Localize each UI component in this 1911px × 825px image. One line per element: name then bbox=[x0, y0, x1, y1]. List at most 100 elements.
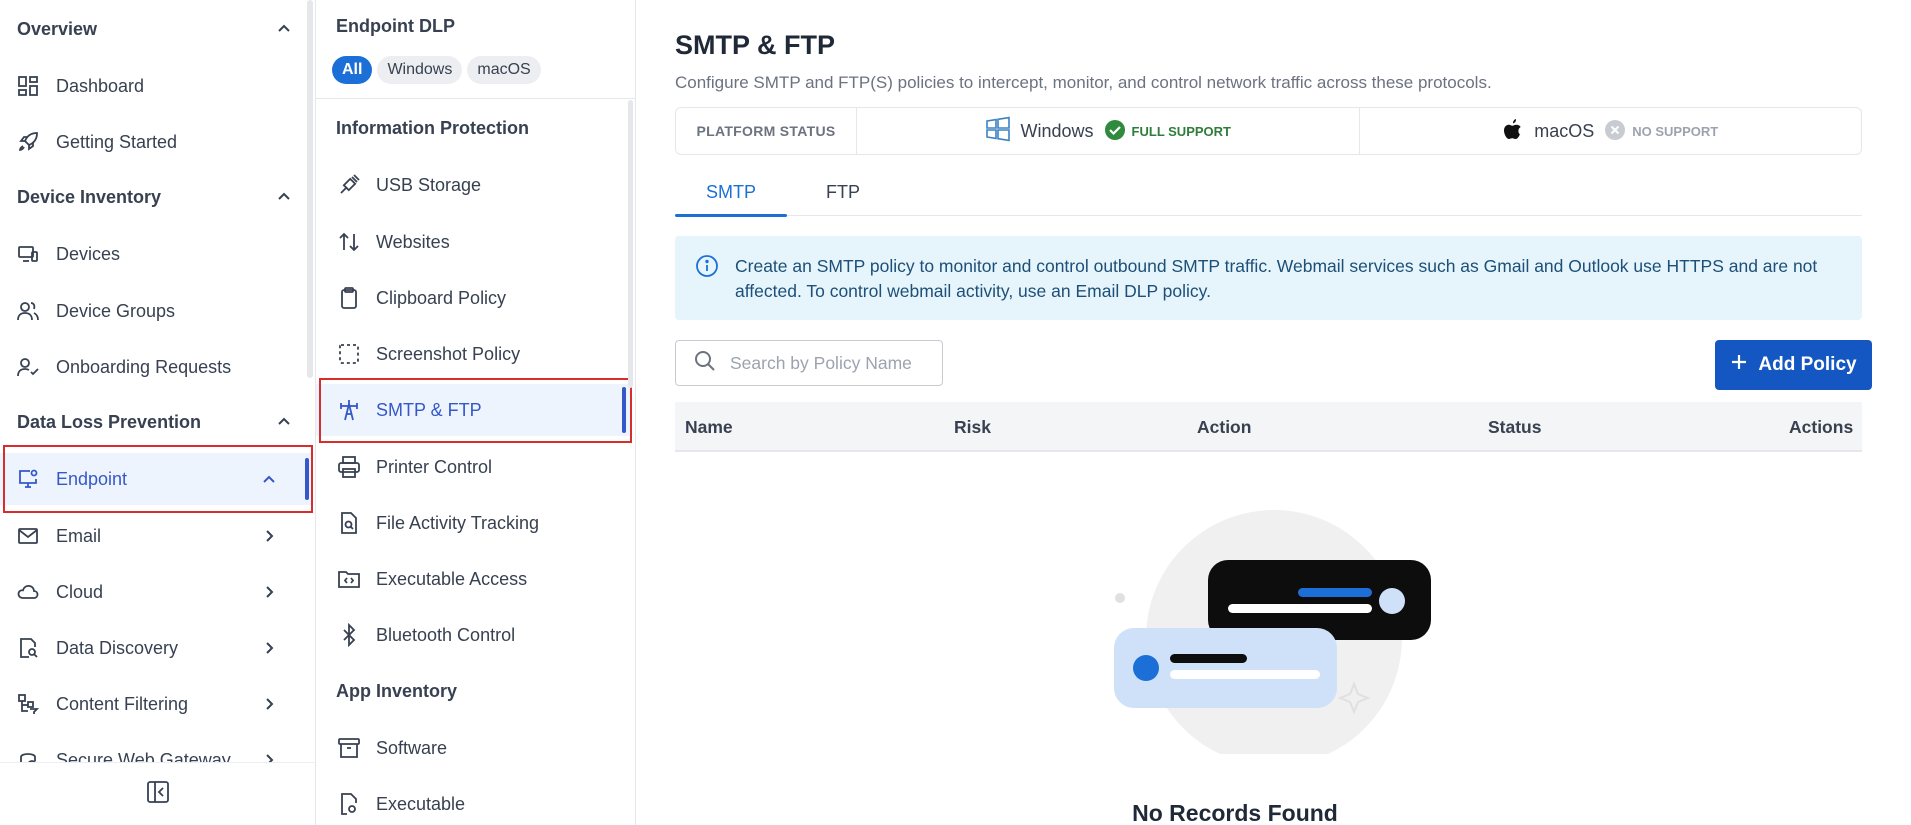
cloud-icon bbox=[17, 581, 39, 603]
endpoint-dlp-subnav: Endpoint DLP All Windows macOS Informati… bbox=[316, 0, 636, 825]
sidebar-scrollbar[interactable] bbox=[307, 0, 313, 378]
column-action[interactable]: Action bbox=[1197, 417, 1251, 438]
search-icon bbox=[694, 350, 716, 377]
chevron-up-icon bbox=[277, 412, 291, 433]
full-support-badge: FULL SUPPORT bbox=[1104, 119, 1231, 144]
policy-search[interactable] bbox=[675, 340, 943, 386]
collapse-sidebar-button[interactable] bbox=[145, 780, 171, 809]
sidebar-item-label: Devices bbox=[56, 243, 121, 264]
subnav-item-usb-storage[interactable]: USB Storage bbox=[316, 159, 632, 211]
sidebar-item-label: Cloud bbox=[56, 581, 104, 602]
no-support-badge: NO SUPPORT bbox=[1604, 119, 1718, 144]
subnav-title: Endpoint DLP bbox=[336, 16, 455, 36]
section-title: Overview bbox=[17, 18, 98, 39]
sidebar-item-onboarding-requests[interactable]: Onboarding Requests bbox=[0, 341, 313, 393]
sidebar-item-email[interactable]: Email bbox=[0, 510, 313, 562]
subnav-item-screenshot-policy[interactable]: Screenshot Policy bbox=[316, 328, 632, 380]
page-title: SMTP & FTP bbox=[675, 30, 836, 60]
column-status[interactable]: Status bbox=[1488, 417, 1541, 438]
sidebar-item-label: Content Filtering bbox=[56, 693, 189, 714]
subnav-item-label: Software bbox=[376, 737, 448, 758]
sidebar-item-data-discovery[interactable]: Data Discovery bbox=[0, 622, 313, 674]
chevron-right-icon bbox=[262, 641, 276, 655]
subnav-item-executable-access[interactable]: Executable Access bbox=[316, 553, 632, 605]
sidebar-item-device-groups[interactable]: Device Groups bbox=[0, 285, 313, 337]
sidebar-item-label: Device Groups bbox=[56, 300, 176, 321]
chevron-right-icon bbox=[262, 585, 276, 599]
chip-all[interactable]: All bbox=[332, 56, 373, 84]
subnav-item-label: Bluetooth Control bbox=[376, 624, 516, 645]
sidebar-item-cloud[interactable]: Cloud bbox=[0, 566, 313, 618]
subnav-item-bluetooth-control[interactable]: Bluetooth Control bbox=[316, 609, 632, 661]
chip-windows[interactable]: Windows bbox=[377, 56, 463, 84]
column-name[interactable]: Name bbox=[685, 417, 733, 438]
support-status: NO SUPPORT bbox=[1632, 123, 1719, 139]
subnav-divider bbox=[316, 98, 635, 99]
devices-icon bbox=[17, 243, 39, 265]
sidebar-item-devices[interactable]: Devices bbox=[0, 228, 313, 280]
platform-windows: Windows FULL SUPPORT bbox=[857, 108, 1359, 154]
subnav-item-label: Clipboard Policy bbox=[376, 287, 507, 308]
platform-status-bar: PLATFORM STATUS Windows FULL SUPPORT mac… bbox=[675, 107, 1862, 155]
chip-macos[interactable]: macOS bbox=[467, 56, 541, 84]
primary-sidebar: Overview Dashboard Getting Started Devic… bbox=[0, 0, 316, 825]
file-search-icon bbox=[337, 511, 361, 535]
collapse-sidebar-icon bbox=[146, 780, 170, 809]
check-circle-icon bbox=[1104, 119, 1126, 144]
apple-icon bbox=[1502, 117, 1524, 146]
archive-icon bbox=[337, 736, 361, 760]
subnav-item-label: Websites bbox=[376, 231, 450, 252]
column-risk[interactable]: Risk bbox=[954, 417, 991, 438]
page-description: Configure SMTP and FTP(S) policies to in… bbox=[675, 73, 1492, 92]
subnav-item-executable[interactable]: Executable bbox=[316, 778, 632, 825]
support-status: FULL SUPPORT bbox=[1131, 123, 1231, 139]
add-policy-button[interactable]: Add Policy bbox=[1715, 340, 1872, 390]
sidebar-scroll-area[interactable]: Overview Dashboard Getting Started Devic… bbox=[0, 0, 315, 762]
subnav-item-clipboard-policy[interactable]: Clipboard Policy bbox=[316, 272, 632, 324]
monitor-gear-icon bbox=[17, 468, 39, 490]
sidebar-item-getting-started[interactable]: Getting Started bbox=[0, 116, 313, 168]
users-icon bbox=[17, 300, 39, 322]
subnav-item-label: Executable Access bbox=[376, 568, 528, 589]
tab-ftp[interactable]: FTP bbox=[787, 168, 899, 216]
protocol-tabs: SMTP FTP bbox=[675, 168, 1862, 217]
group-app-inventory: App Inventory bbox=[336, 681, 458, 701]
group-information-protection: Information Protection bbox=[336, 118, 529, 138]
dashboard-icon bbox=[17, 75, 39, 97]
platform-filter-chips: All Windows macOS bbox=[332, 56, 541, 84]
section-title: Device Inventory bbox=[17, 186, 162, 207]
sidebar-item-label: Secure Web Gateway bbox=[56, 749, 231, 763]
mail-icon bbox=[17, 525, 39, 547]
chevron-right-icon bbox=[262, 753, 276, 762]
bluetooth-icon bbox=[337, 623, 361, 647]
section-data-loss-prevention[interactable]: Data Loss Prevention bbox=[17, 408, 291, 436]
subnav-item-label: SMTP & FTP bbox=[376, 399, 482, 420]
subnav-item-smtp-ftp[interactable]: SMTP & FTP bbox=[316, 384, 632, 436]
sidebar-item-label: Email bbox=[56, 525, 102, 546]
tower-icon bbox=[337, 398, 361, 422]
subnav-scrollbar[interactable] bbox=[628, 100, 633, 388]
chevron-up-icon bbox=[277, 19, 291, 40]
platform-macos: macOS NO SUPPORT bbox=[1358, 108, 1862, 154]
column-actions: Actions bbox=[1789, 417, 1854, 437]
sidebar-item-endpoint[interactable]: Endpoint bbox=[0, 453, 313, 505]
chevron-right-icon bbox=[262, 697, 276, 711]
section-device-inventory[interactable]: Device Inventory bbox=[17, 183, 291, 211]
folder-code-icon bbox=[337, 567, 361, 591]
clipboard-icon bbox=[337, 286, 361, 310]
subnav-item-websites[interactable]: Websites bbox=[316, 216, 632, 268]
sidebar-item-content-filtering[interactable]: Content Filtering bbox=[0, 678, 313, 730]
sidebar-item-label: Data Discovery bbox=[56, 637, 179, 658]
subnav-item-printer-control[interactable]: Printer Control bbox=[316, 441, 632, 493]
section-overview[interactable]: Overview bbox=[17, 15, 291, 43]
subnav-item-label: USB Storage bbox=[376, 174, 482, 195]
sidebar-item-secure-web-gateway[interactable]: Secure Web Gateway bbox=[0, 734, 313, 762]
x-circle-icon bbox=[1604, 119, 1626, 144]
sidebar-item-dashboard[interactable]: Dashboard bbox=[0, 60, 313, 112]
subnav-item-software[interactable]: Software bbox=[316, 722, 632, 774]
section-title: Data Loss Prevention bbox=[17, 411, 202, 432]
search-input[interactable] bbox=[730, 352, 940, 374]
arrows-updown-icon bbox=[337, 230, 361, 254]
tab-smtp[interactable]: SMTP bbox=[675, 168, 787, 217]
subnav-item-file-activity-tracking[interactable]: File Activity Tracking bbox=[316, 497, 632, 549]
